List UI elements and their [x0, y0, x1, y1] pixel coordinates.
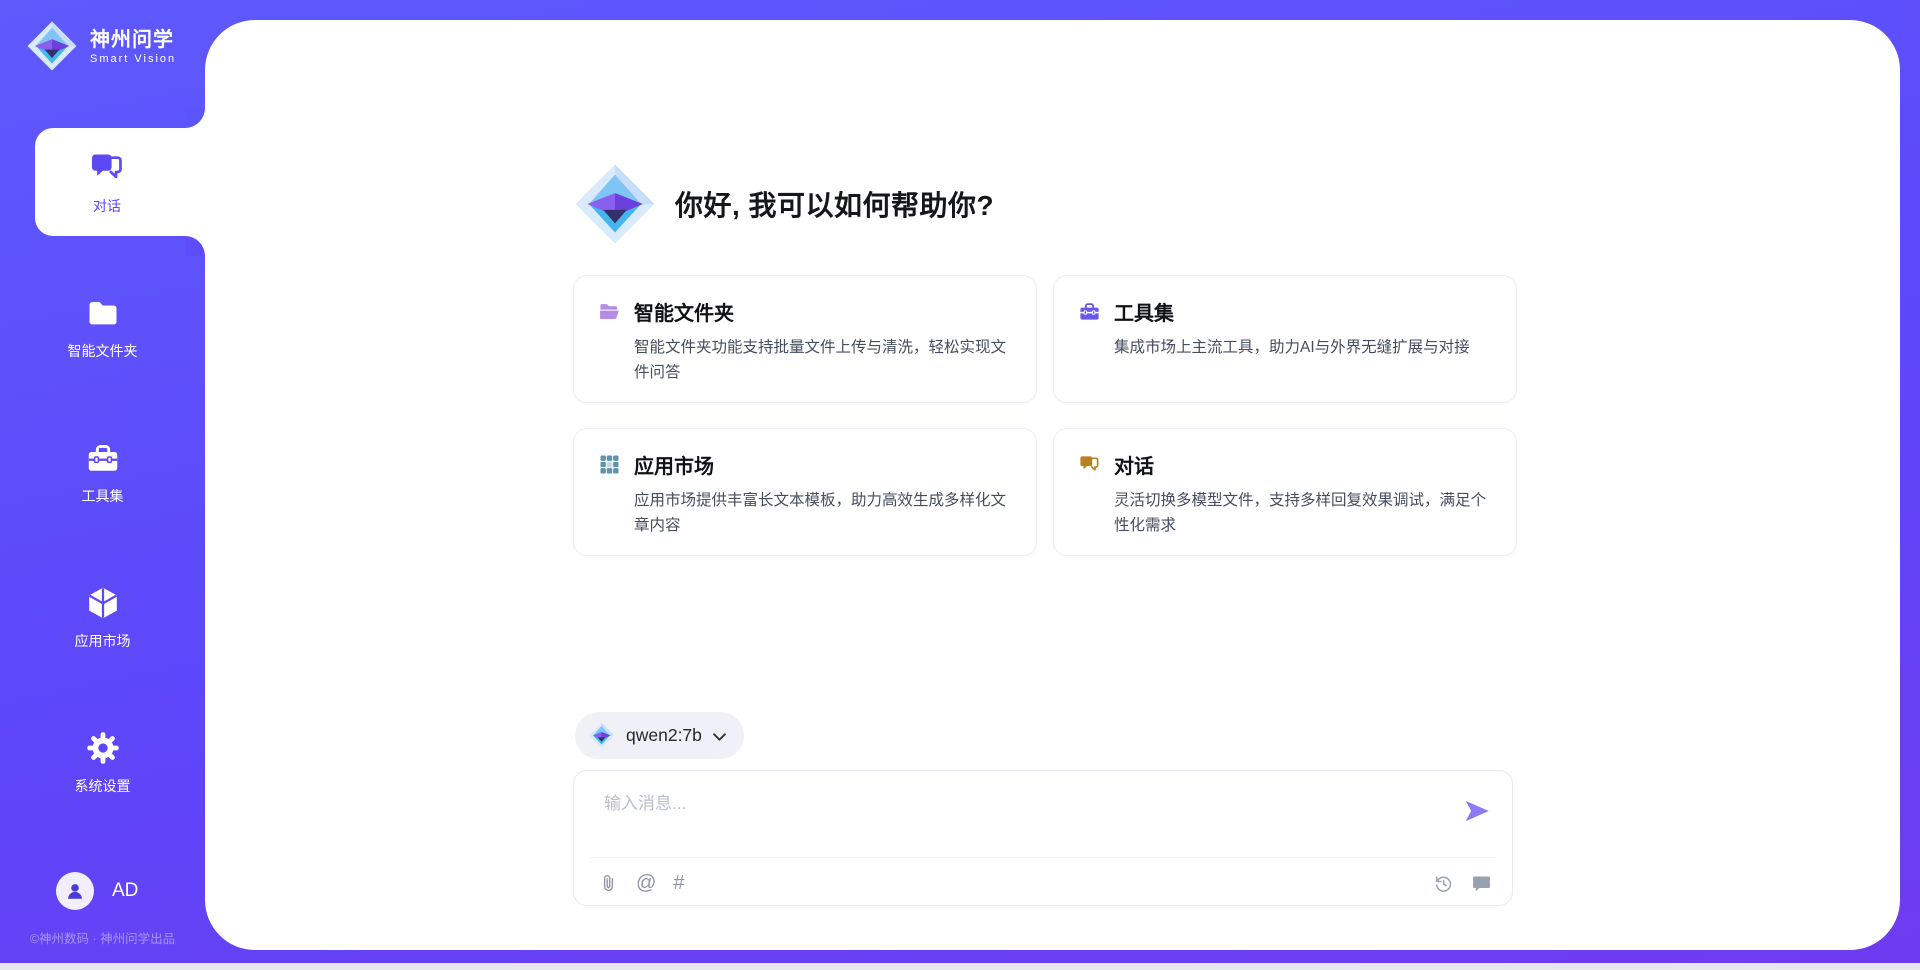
history-clock-icon: [1433, 873, 1454, 894]
sidebar-item-label: 系统设置: [75, 776, 131, 796]
greeting-title: 你好, 我可以如何帮助你?: [675, 184, 994, 224]
card-title: 对话: [1114, 450, 1154, 479]
chat-icon: [1078, 453, 1101, 476]
card-toolset[interactable]: 工具集 集成市场上主流工具，助力AI与外界无缝扩展与对接: [1053, 275, 1517, 403]
tab-fillet-bottom: [185, 236, 205, 256]
card-description: 灵活切换多模型文件，支持多样回复效果调试，满足个性化需求: [1114, 488, 1492, 538]
composer-toolbar-right: [1416, 873, 1492, 894]
history-button[interactable]: [1433, 873, 1454, 894]
card-title: 应用市场: [634, 450, 714, 479]
chat-icon: [88, 149, 126, 187]
brand-text: 神州问学 Smart Vision: [90, 28, 176, 65]
folder-icon: [85, 295, 121, 331]
sidebar-item-toolset[interactable]: 工具集: [0, 427, 205, 519]
greeting-row: 你好, 我可以如何帮助你?: [573, 162, 994, 246]
feature-cards: 智能文件夹 智能文件夹功能支持批量文件上传与清洗，轻松实现文件问答 工具集 集成…: [573, 275, 1517, 556]
card-smart-folder[interactable]: 智能文件夹 智能文件夹功能支持批量文件上传与清洗，轻松实现文件问答: [573, 275, 1037, 403]
toolbox-icon: [85, 440, 121, 476]
toolbox-icon: [1078, 300, 1101, 323]
sidebar: 神州问学 Smart Vision 对话 智能文件夹 工具集 应用市场 系统设置…: [0, 0, 205, 970]
card-head: 工具集: [1078, 297, 1492, 326]
card-head: 应用市场: [598, 450, 1012, 479]
attach-file-button[interactable]: [598, 873, 619, 894]
card-title: 工具集: [1114, 297, 1174, 326]
model-name: qwen2:7b: [626, 725, 702, 746]
at-icon: @: [636, 873, 656, 894]
sidebar-item-label: 应用市场: [75, 631, 131, 651]
window-bottom-edge: [0, 963, 1920, 970]
brand-diamond-logo: [26, 20, 78, 72]
grid-icon: [598, 453, 621, 476]
person-icon: [64, 880, 86, 902]
card-app-market[interactable]: 应用市场 应用市场提供丰富长文本模板，助力高效生成多样化文章内容: [573, 428, 1037, 556]
card-title: 智能文件夹: [634, 297, 734, 326]
mention-button[interactable]: @: [636, 873, 656, 894]
sidebar-item-smart-folder[interactable]: 智能文件夹: [0, 282, 205, 374]
cube-icon: [85, 585, 121, 621]
message-composer: @ #: [573, 770, 1513, 906]
topic-button[interactable]: #: [673, 873, 684, 894]
tab-fillet-top: [185, 108, 205, 128]
app-root: { "brand": { "name": "神州问学", "subtitle":…: [0, 0, 1920, 970]
main-panel: 你好, 我可以如何帮助你? 智能文件夹 智能文件夹功能支持批量文件上传与清洗，轻…: [205, 20, 1900, 950]
send-icon: [1462, 796, 1492, 826]
card-head: 对话: [1078, 450, 1492, 479]
model-selector[interactable]: qwen2:7b: [575, 712, 744, 759]
paperclip-icon: [598, 873, 619, 894]
sidebar-item-label: 对话: [93, 196, 121, 216]
sidebar-item-label: 工具集: [82, 486, 124, 506]
new-chat-button[interactable]: [1471, 873, 1492, 894]
sidebar-item-label: 智能文件夹: [68, 341, 138, 361]
card-description: 智能文件夹功能支持批量文件上传与清洗，轻松实现文件问答: [634, 335, 1012, 385]
hash-icon: #: [673, 873, 684, 894]
card-description: 应用市场提供丰富长文本模板，助力高效生成多样化文章内容: [634, 488, 1012, 538]
folder-open-icon: [598, 300, 621, 323]
composer-toolbar: @ #: [598, 869, 1492, 897]
user-initials: AD: [112, 880, 138, 902]
user-account[interactable]: AD: [56, 872, 138, 910]
send-button[interactable]: [1462, 795, 1494, 827]
card-chat[interactable]: 对话 灵活切换多模型文件，支持多样回复效果调试，满足个性化需求: [1053, 428, 1517, 556]
composer-divider: [590, 857, 1496, 858]
gear-icon: [85, 730, 121, 766]
brand-diamond-logo-large: [573, 162, 657, 246]
sidebar-item-app-market[interactable]: 应用市场: [0, 572, 205, 664]
avatar: [56, 872, 94, 910]
card-description: 集成市场上主流工具，助力AI与外界无缝扩展与对接: [1114, 335, 1492, 360]
brand-diamond-logo-small: [588, 722, 615, 749]
sidebar-item-settings[interactable]: 系统设置: [0, 717, 205, 809]
card-head: 智能文件夹: [598, 297, 1012, 326]
chevron-down-icon: [713, 733, 726, 741]
message-input[interactable]: [602, 787, 1416, 849]
copyright-footer: ©神州数码 · 神州问学出品: [0, 928, 205, 947]
brand-subtitle: Smart Vision: [90, 53, 176, 65]
brand-name: 神州问学: [90, 28, 176, 52]
sidebar-item-chat[interactable]: 对话: [35, 128, 205, 236]
chat-bubble-filled-icon: [1471, 873, 1492, 894]
brand: 神州问学 Smart Vision: [26, 20, 176, 72]
